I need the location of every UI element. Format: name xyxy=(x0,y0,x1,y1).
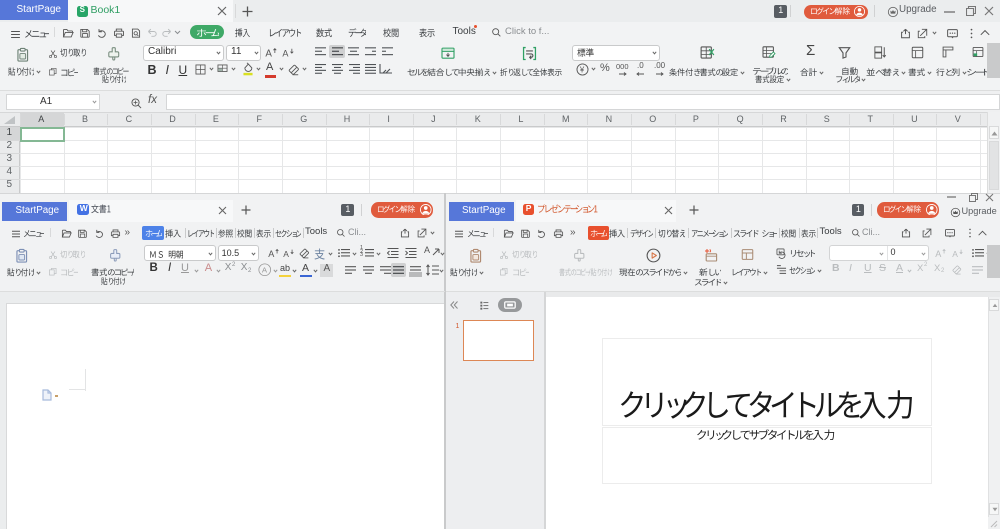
svg-text:A: A xyxy=(262,265,268,274)
svg-text:A: A xyxy=(283,249,289,259)
svg-text:A: A xyxy=(935,249,942,259)
svg-text:A: A xyxy=(268,249,275,259)
svg-text:A: A xyxy=(265,49,272,60)
svg-text:¥: ¥ xyxy=(580,65,585,74)
svg-text:A: A xyxy=(952,249,958,259)
svg-text:A: A xyxy=(282,49,289,59)
